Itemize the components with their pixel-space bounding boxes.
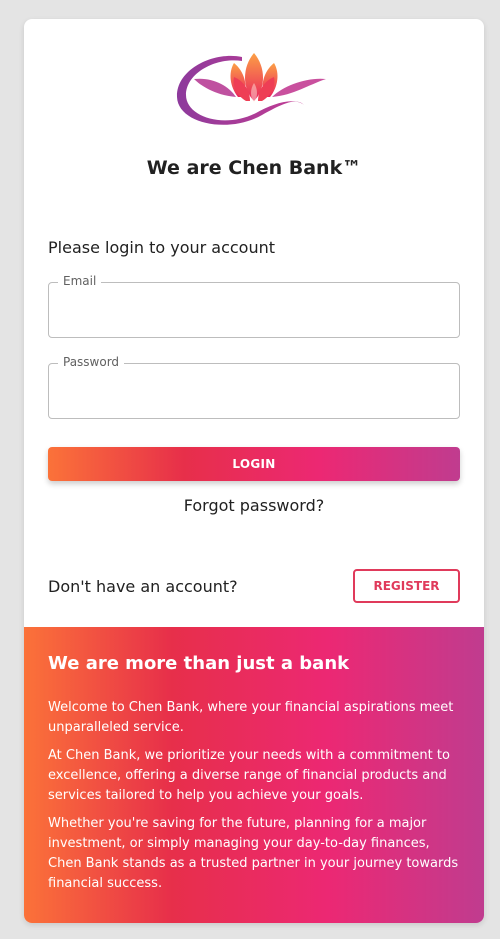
lotus-logo <box>176 53 326 125</box>
password-input[interactable] <box>49 364 459 418</box>
promo-paragraph: At Chen Bank, we prioritize your needs w… <box>48 748 450 803</box>
register-prompt: Don't have an account? <box>48 577 238 596</box>
promo-paragraph: Whether you're saving for the future, pl… <box>48 816 459 891</box>
email-field[interactable]: Email <box>48 274 460 338</box>
login-button[interactable]: LOGIN <box>48 447 460 481</box>
promo-paragraph: Welcome to Chen Bank, where your financi… <box>48 700 454 735</box>
promo-panel: We are more than just a bank Welcome to … <box>24 627 484 923</box>
promo-heading: We are more than just a bank <box>48 653 350 674</box>
bank-title: We are Chen Bank™ <box>146 157 362 179</box>
password-field[interactable]: Password <box>48 355 460 419</box>
register-button[interactable]: REGISTER <box>353 569 460 603</box>
forgot-password-link[interactable]: Forgot password? <box>24 496 484 515</box>
email-input[interactable] <box>49 283 459 337</box>
login-prompt: Please login to your account <box>48 238 276 257</box>
login-card: We are Chen Bank™ Please login to your a… <box>24 19 484 923</box>
